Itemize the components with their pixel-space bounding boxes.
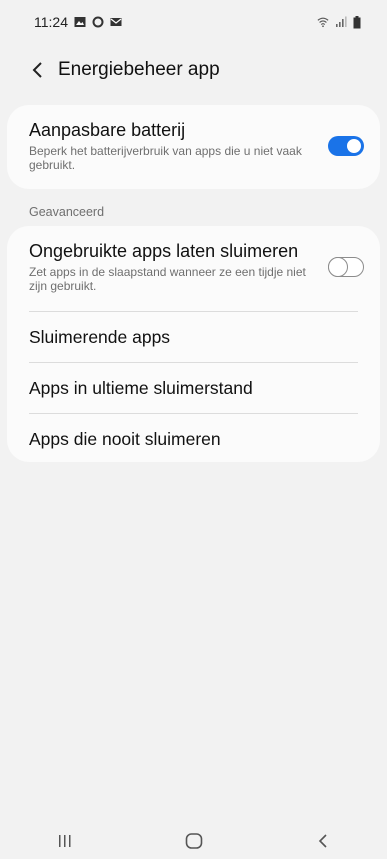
sleep-unused-subtitle: Zet apps in de slaapstand wanneer ze een… xyxy=(29,265,306,293)
adaptive-battery-text: Aanpasbare batterij Beperk het batterijv… xyxy=(29,119,314,172)
status-right xyxy=(317,16,365,29)
divider xyxy=(29,413,358,414)
back-button[interactable] xyxy=(24,56,52,84)
adaptive-battery-toggle[interactable] xyxy=(328,135,364,156)
divider xyxy=(29,362,358,363)
list-item-sleeping-apps[interactable]: Sluimerende apps xyxy=(29,327,359,348)
navigation-bar xyxy=(0,822,387,859)
sleep-unused-toggle[interactable] xyxy=(328,256,364,277)
sleep-unused-title: Ongebruikte apps laten sluimeren xyxy=(29,241,299,261)
home-icon xyxy=(185,832,202,849)
list-item-deep-sleeping-apps[interactable]: Apps in ultieme sluimerstand xyxy=(29,378,359,399)
gallery-icon xyxy=(74,16,86,28)
adaptive-battery-card: Aanpasbare batterij Beperk het batterijv… xyxy=(7,105,380,189)
back-nav-button[interactable] xyxy=(303,826,343,856)
sleep-unused-text: Ongebruikte apps laten sluimeren Zet app… xyxy=(29,240,314,293)
wifi-icon xyxy=(317,16,329,28)
recents-icon xyxy=(58,834,70,847)
status-left: 11:24 xyxy=(34,14,122,30)
page-title: Energiebeheer app xyxy=(58,59,220,80)
section-label-advanced: Geavanceerd xyxy=(29,205,105,219)
app-bar: Energiebeheer app xyxy=(0,50,387,90)
toggle-knob xyxy=(328,256,348,277)
sleep-unused-row[interactable]: Ongebruikte apps laten sluimeren Zet app… xyxy=(7,240,380,293)
status-bar: 11:24 xyxy=(0,0,387,44)
status-time: 11:24 xyxy=(34,14,68,30)
battery-icon xyxy=(353,16,365,29)
recents-button[interactable] xyxy=(45,826,85,856)
advanced-card: Ongebruikte apps laten sluimeren Zet app… xyxy=(7,226,380,462)
divider xyxy=(29,311,358,312)
toggle-knob xyxy=(345,136,363,155)
circle-icon xyxy=(92,16,104,28)
signal-icon xyxy=(335,16,347,28)
mail-icon xyxy=(110,16,122,28)
home-button[interactable] xyxy=(174,826,214,856)
adaptive-battery-row[interactable]: Aanpasbare batterij Beperk het batterijv… xyxy=(7,119,380,172)
list-item-never-sleeping-apps[interactable]: Apps die nooit sluimeren xyxy=(29,429,359,450)
adaptive-battery-title: Aanpasbare batterij xyxy=(29,120,186,140)
adaptive-battery-subtitle: Beperk het batterijverbruik van apps die… xyxy=(29,144,302,172)
chevron-left-icon xyxy=(32,62,42,78)
back-icon xyxy=(318,833,327,848)
